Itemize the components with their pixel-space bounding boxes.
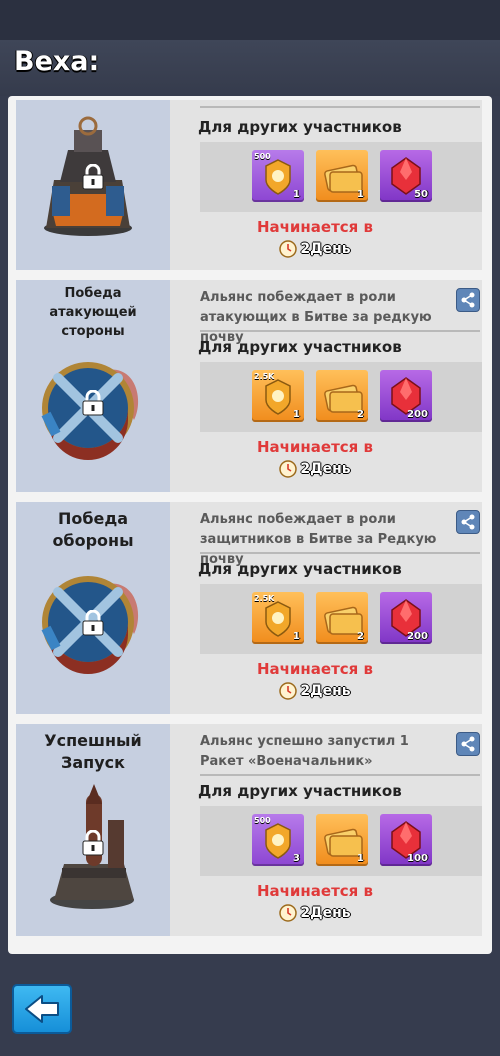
clock-icon [279, 460, 298, 478]
start-day-label: 2День [300, 241, 351, 257]
reward-count: 50 [414, 189, 428, 200]
for-other-members-label: Для других участников [198, 560, 402, 578]
reward-count: 1 [293, 631, 300, 642]
share-icon [461, 736, 475, 752]
milestone-list[interactable]: Для других участников 500 1 1 50 Начинае… [8, 96, 492, 954]
reward-tile[interactable]: 2.5K 1 [252, 370, 304, 422]
divider [200, 330, 480, 332]
share-button[interactable] [456, 732, 480, 756]
milestone-name: Победа обороны [52, 509, 134, 550]
reward-count: 2 [357, 631, 364, 642]
reward-tile[interactable]: 100 [380, 814, 432, 866]
status-bar-area [0, 0, 500, 40]
reward-count: 100 [407, 853, 428, 864]
milestone-name: Победа атакующей стороны [49, 286, 137, 339]
reward-count: 1 [293, 189, 300, 200]
starts-label: Начинается в [256, 218, 374, 236]
reward-count: 3 [293, 853, 300, 864]
share-button[interactable] [456, 288, 480, 312]
clock-icon [279, 904, 298, 922]
page-header: Веха: [0, 40, 500, 96]
reward-cap: 500 [254, 816, 271, 825]
reward-cap: 2.5K [254, 594, 275, 603]
reward-tile[interactable]: 200 [380, 370, 432, 422]
for-other-members-label: Для других участников [198, 338, 402, 356]
clock-icon [279, 240, 298, 258]
rewards-row: 500 3 1 100 [200, 806, 482, 876]
share-button[interactable] [456, 510, 480, 534]
reward-cap: 500 [254, 152, 271, 161]
reward-tile[interactable]: 50 [380, 150, 432, 202]
back-arrow-icon [25, 995, 59, 1023]
reward-cap: 2.5K [254, 372, 275, 381]
share-icon [461, 292, 475, 308]
milestone-description: Альянс успешно запустил 1 Ракет «Военача… [200, 734, 409, 769]
reward-tile[interactable]: 2 [316, 370, 368, 422]
start-day: 2День [200, 682, 430, 700]
reward-count: 2 [357, 409, 364, 420]
lock-icon [82, 164, 104, 190]
lock-icon [82, 610, 104, 636]
for-other-members-label: Для других участников [198, 782, 402, 800]
divider [200, 106, 480, 108]
reward-count: 200 [407, 631, 428, 642]
page-title: Веха: [14, 46, 100, 77]
rewards-row: 500 1 1 50 [200, 142, 482, 212]
start-day-label: 2День [300, 683, 351, 699]
reward-count: 1 [357, 189, 364, 200]
milestone-art-panel: Победа обороны [16, 502, 170, 714]
for-other-members-label: Для других участников [198, 118, 402, 136]
milestone-card: Успешный Запуск Альянс успешно запустил … [16, 724, 482, 936]
rewards-row: 2.5K 1 2 200 [200, 584, 482, 654]
reward-count: 1 [357, 853, 364, 864]
starts-label: Начинается в [256, 660, 374, 678]
milestone-card: Для других участников 500 1 1 50 Начинае… [16, 100, 482, 270]
milestone-name: Успешный Запуск [44, 731, 142, 772]
clock-icon [279, 682, 298, 700]
starts-label: Начинается в [256, 438, 374, 456]
reward-count: 200 [407, 409, 428, 420]
start-day-label: 2День [300, 461, 351, 477]
reward-tile[interactable]: 200 [380, 592, 432, 644]
divider [200, 552, 480, 554]
milestone-card: Победа обороны Альянс побеждает в роли з… [16, 502, 482, 714]
reward-tile[interactable]: 2 [316, 592, 368, 644]
start-day: 2День [200, 240, 430, 258]
lock-icon [82, 830, 104, 856]
start-day: 2День [200, 904, 430, 922]
lock-icon [82, 390, 104, 416]
rewards-row: 2.5K 1 2 200 [200, 362, 482, 432]
reward-tile[interactable]: 500 3 [252, 814, 304, 866]
divider [200, 774, 480, 776]
back-button[interactable] [12, 984, 72, 1034]
reward-tile[interactable]: 1 [316, 150, 368, 202]
start-day: 2День [200, 460, 430, 478]
reward-tile[interactable]: 1 [316, 814, 368, 866]
start-day-label: 2День [300, 905, 351, 921]
milestone-art-panel: Победа атакующей стороны [16, 280, 170, 492]
milestone-art-panel [16, 100, 170, 270]
milestone-card: Победа атакующей стороны Альянс побеждае… [16, 280, 482, 492]
share-icon [461, 514, 475, 530]
reward-tile[interactable]: 500 1 [252, 150, 304, 202]
reward-tile[interactable]: 2.5K 1 [252, 592, 304, 644]
starts-label: Начинается в [256, 882, 374, 900]
reward-count: 1 [293, 409, 300, 420]
